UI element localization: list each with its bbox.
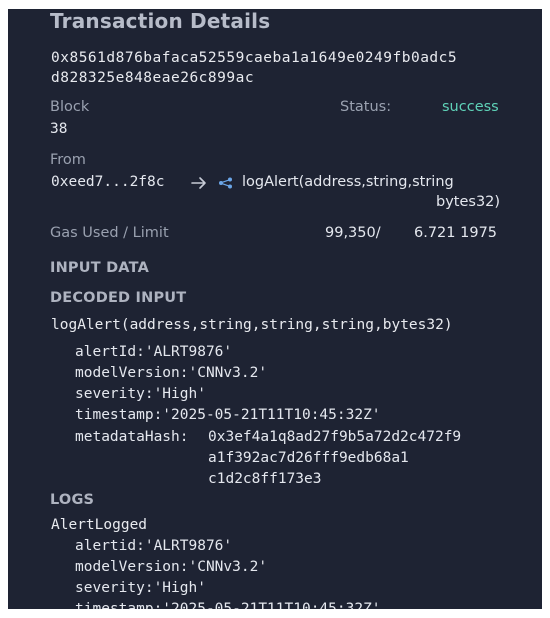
logs-heading: LOGS [50, 492, 95, 508]
page-title: Transaction Details [50, 9, 271, 33]
log-param-model-version: modelVersion:'CNNv3.2' [75, 559, 268, 575]
status-label: Status: [340, 99, 392, 115]
param-metadata-hash-line-2[interactable]: a1f392ac7d26fff9edb68a1 [208, 450, 409, 466]
param-model-version: modelVersion:'CNNv3.2' [75, 365, 268, 381]
param-alert-id: alertId:'ALRT9876' [75, 344, 233, 360]
param-timestamp: timestamp:'2025-05-21T11T10:45:32Z' [75, 407, 381, 423]
from-label: From [50, 152, 86, 168]
gas-label: Gas Used / Limit [50, 225, 169, 241]
decoded-input-heading: DECODED INPUT [50, 290, 187, 306]
tx-hash-line-1[interactable]: 0x8561d876bafaca52559caeba1a1649e0249fb0… [51, 50, 457, 66]
gas-limit: 6.721 1975 [414, 225, 498, 241]
log-event-name: AlertLogged [51, 517, 148, 533]
param-metadata-hash-line-3[interactable]: c1d2c8ff173e3 [208, 471, 322, 487]
transaction-details-panel: Transaction Details 0x8561d876bafaca5255… [8, 9, 542, 609]
block-number[interactable]: 38 [50, 121, 67, 137]
contract-call-icon [219, 177, 232, 189]
status-badge: success [442, 99, 499, 115]
method-call-line-1[interactable]: logAlert(address,string,string [242, 174, 454, 190]
log-param-alert-id: alertid:'ALRT9876' [75, 538, 233, 554]
block-label: Block [50, 99, 90, 115]
log-param-severity: severity:'High' [75, 580, 206, 596]
decoded-function-signature: logAlert(address,string,string,string,by… [51, 317, 453, 333]
arrow-right-icon [191, 177, 206, 189]
param-severity: severity:'High' [75, 386, 206, 402]
log-param-timestamp: timestamp:'2025-05-21T11T10:45:32Z' [75, 601, 381, 609]
from-address[interactable]: 0xeed7...2f8c [51, 174, 165, 190]
param-metadata-hash-line-1[interactable]: 0x3ef4a1q8ad27f9b5a72d2c472f9 [208, 429, 461, 445]
tx-hash-line-2[interactable]: d828325e848eae26c899ac [51, 70, 254, 86]
method-call-line-2[interactable]: bytes32) [436, 194, 500, 210]
param-metadata-hash-key: metadataHash: [75, 429, 189, 445]
input-data-heading: INPUT DATA [50, 260, 149, 276]
gas-used: 99,350/ [325, 225, 381, 241]
